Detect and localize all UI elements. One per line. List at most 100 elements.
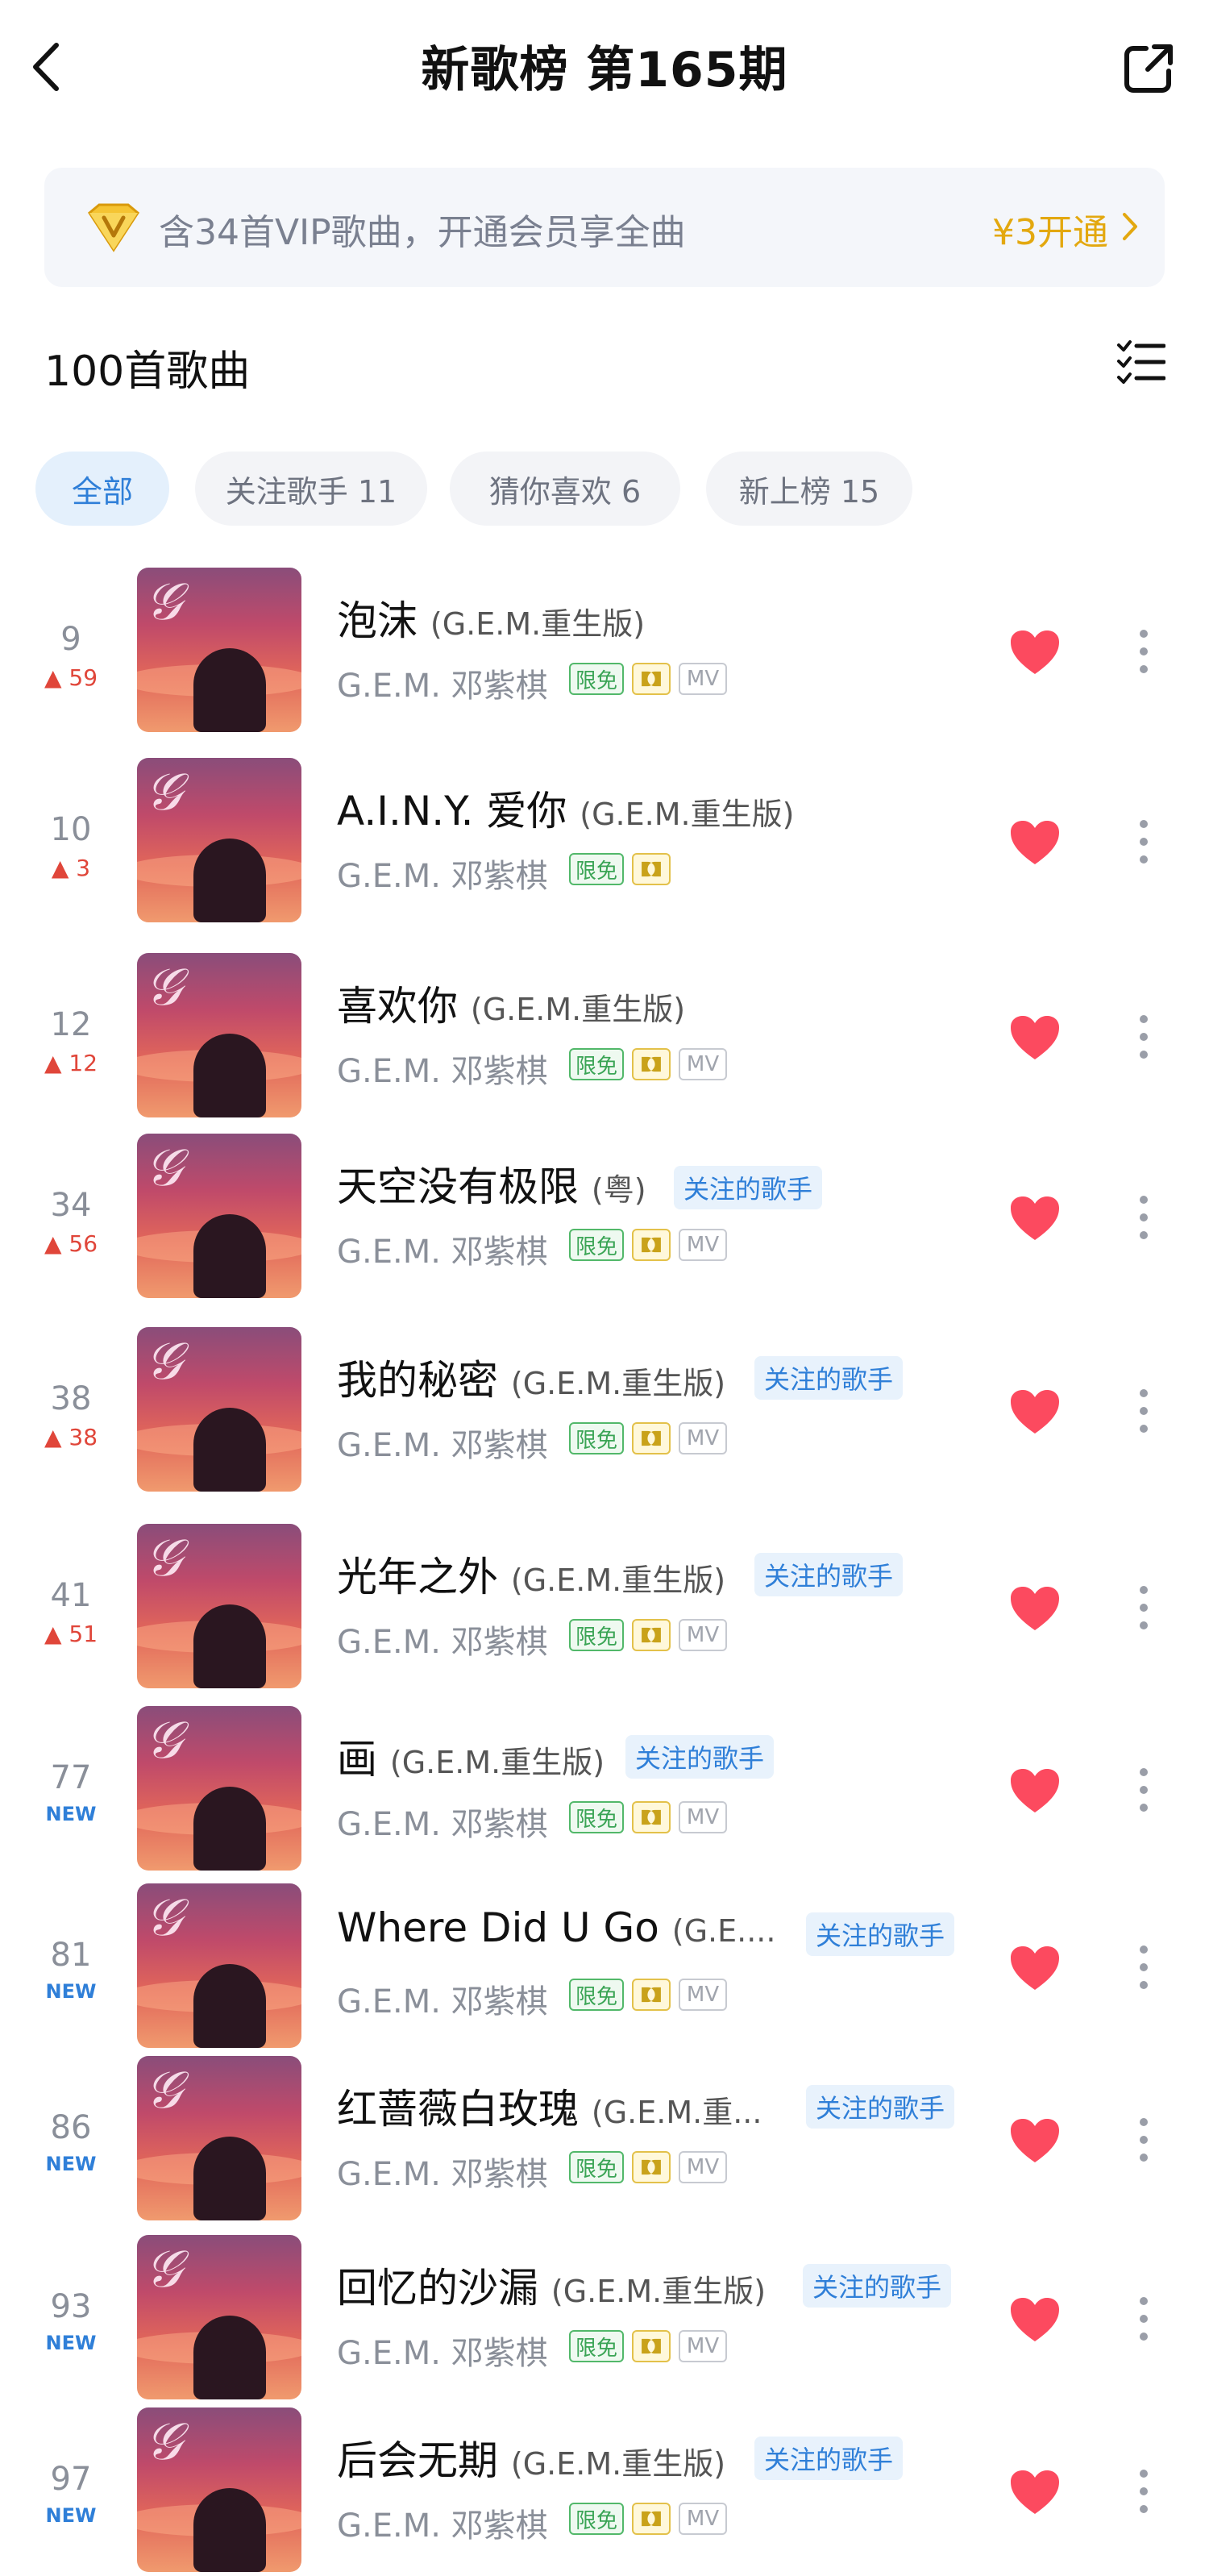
more-options-icon[interactable] [1132,1387,1156,1435]
filter-chip[interactable]: 猜你喜欢 6 [450,452,680,526]
song-row[interactable]: 81 NEW 𝒢 Where Did U Go (G.E.... 关注的歌手 G… [0,1880,1209,2053]
mv-badge[interactable]: MV [679,1979,728,2011]
song-name: 回忆的沙漏 [337,2265,538,2312]
cover-script-decoration: 𝒢 [145,1138,182,1198]
artist-name[interactable]: G.E.M. 邓紫棋 [337,850,548,897]
multi-select-list-icon[interactable] [1117,339,1165,384]
song-row[interactable]: 97 NEW 𝒢 后会无期 (G.E.M.重生版) 关注的歌手 G.E.M. 邓… [0,2404,1209,2576]
mv-badge[interactable]: MV [679,2330,728,2362]
filter-chip[interactable]: 新上榜 15 [706,452,912,526]
song-count: 100首歌曲 [44,347,251,396]
song-row[interactable]: 93 NEW 𝒢 回忆的沙漏 (G.E.M.重生版) 关注的歌手 G.E.M. … [0,2232,1209,2404]
more-options-icon[interactable] [1132,2467,1156,2516]
song-badges: 限免 MV [569,1048,728,1080]
rank-number: 10 [50,811,92,848]
liked-heart-icon[interactable] [1009,2296,1061,2343]
followed-artist-tag: 关注的歌手 [754,1553,904,1596]
followed-artist-tag: 关注的歌手 [803,2264,952,2308]
artist-name[interactable]: G.E.M. 邓紫棋 [337,1419,548,1466]
song-row[interactable]: 9 ▲ 59 𝒢 泡沫 (G.E.M.重生版) G.E.M. 邓紫棋 限免 MV [0,564,1209,737]
free-badge: 限免 [569,853,625,885]
song-row[interactable]: 34 ▲ 56 𝒢 天空没有极限 (粤) 关注的歌手 G.E.M. 邓紫棋 限免… [0,1130,1209,1303]
liked-heart-icon[interactable] [1009,1014,1061,1061]
vip-promo-banner[interactable]: 含34首VIP歌曲，开通会员享全曲 ¥3开通 [44,168,1165,287]
vip-open-price[interactable]: ¥3开通 [992,203,1108,255]
album-cover[interactable]: 𝒢 [137,1524,301,1688]
artist-name[interactable]: G.E.M. 邓紫棋 [337,2499,548,2546]
cover-figure [193,1787,266,1871]
more-options-icon[interactable] [1132,1583,1156,1632]
filter-chip[interactable]: 关注歌手 11 [195,452,427,526]
rank-up-icon: ▲ [44,1050,69,1076]
rank-number: 9 [60,621,81,658]
song-version: (粤) [591,1172,646,1208]
album-cover[interactable]: 𝒢 [137,1327,301,1492]
mv-badge[interactable]: MV [679,2503,728,2535]
artist-name[interactable]: G.E.M. 邓紫棋 [337,1798,548,1845]
liked-heart-icon[interactable] [1009,1945,1061,1991]
more-options-icon[interactable] [1132,1943,1156,1991]
song-row[interactable]: 38 ▲ 38 𝒢 我的秘密 (G.E.M.重生版) 关注的歌手 G.E.M. … [0,1324,1209,1496]
liked-heart-icon[interactable] [1009,1767,1061,1814]
mv-badge[interactable]: MV [679,1229,728,1261]
more-options-icon[interactable] [1132,1193,1156,1242]
artist-name[interactable]: G.E.M. 邓紫棋 [337,1045,548,1092]
liked-heart-icon[interactable] [1009,819,1061,866]
share-icon[interactable] [1122,42,1175,95]
more-options-icon[interactable] [1132,1013,1156,1061]
followed-artist-tag: 关注的歌手 [754,2437,904,2480]
album-cover[interactable]: 𝒢 [137,1883,301,2048]
mv-badge[interactable]: MV [679,1619,728,1651]
song-badges: 限免 MV [569,663,728,695]
album-cover[interactable]: 𝒢 [137,568,301,732]
liked-heart-icon[interactable] [1009,629,1061,676]
artist-name[interactable]: G.E.M. 邓紫棋 [337,1616,548,1663]
mv-badge[interactable]: MV [679,1422,728,1454]
followed-artist-tag: 关注的歌手 [674,1166,823,1209]
liked-heart-icon[interactable] [1009,2117,1061,2164]
mv-badge[interactable]: MV [679,2151,728,2183]
liked-heart-icon[interactable] [1009,1195,1061,1242]
artist-name[interactable]: G.E.M. 邓紫棋 [337,1975,548,2022]
album-cover[interactable]: 𝒢 [137,2056,301,2220]
followed-artist-tag: 关注的歌手 [806,2085,955,2129]
filter-chip[interactable]: 全部 [35,452,169,526]
liked-heart-icon[interactable] [1009,1585,1061,1632]
liked-heart-icon[interactable] [1009,1388,1061,1435]
album-cover[interactable]: 𝒢 [137,1134,301,1298]
mv-badge[interactable]: MV [679,663,728,695]
song-version: (G.E.M.重生版) [389,1745,605,1780]
rank-change-value: NEW [45,2332,97,2354]
mv-badge[interactable]: MV [679,1048,728,1080]
rank-number: 77 [50,1759,92,1796]
more-options-icon[interactable] [1132,1766,1156,1814]
song-row[interactable]: 10 ▲ 3 𝒢 A.I.N.Y. 爱你 (G.E.M.重生版) G.E.M. … [0,755,1209,927]
song-row[interactable]: 41 ▲ 51 𝒢 光年之外 (G.E.M.重生版) 关注的歌手 G.E.M. … [0,1521,1209,1693]
album-cover[interactable]: 𝒢 [137,1706,301,1871]
more-options-icon[interactable] [1132,2116,1156,2164]
album-cover[interactable]: 𝒢 [137,758,301,922]
mv-badge[interactable]: MV [679,1801,728,1833]
song-row[interactable]: 77 NEW 𝒢 画 (G.E.M.重生版) 关注的歌手 G.E.M. 邓紫棋 … [0,1703,1209,1875]
album-cover[interactable]: 𝒢 [137,2235,301,2399]
artist-name[interactable]: G.E.M. 邓紫棋 [337,2148,548,2195]
cover-script-decoration: 𝒢 [145,1529,182,1588]
dolby-audio-icon [632,1801,671,1833]
more-options-icon[interactable] [1132,627,1156,676]
song-title: 回忆的沙漏 (G.E.M.重生版) [337,2256,766,2314]
artist-name[interactable]: G.E.M. 邓紫棋 [337,660,548,706]
song-row[interactable]: 86 NEW 𝒢 红蔷薇白玫瑰 (G.E.M.重... 关注的歌手 G.E.M.… [0,2053,1209,2225]
more-options-icon[interactable] [1132,2295,1156,2343]
album-cover[interactable]: 𝒢 [137,2407,301,2572]
artist-name[interactable]: G.E.M. 邓紫棋 [337,2327,548,2374]
liked-heart-icon[interactable] [1009,2469,1061,2516]
song-badges: 限免 MV [569,1619,728,1651]
artist-name[interactable]: G.E.M. 邓紫棋 [337,1226,548,1272]
cover-script-decoration: 𝒢 [145,763,182,822]
song-row[interactable]: 12 ▲ 12 𝒢 喜欢你 (G.E.M.重生版) G.E.M. 邓紫棋 限免 … [0,950,1209,1122]
more-options-icon[interactable] [1132,818,1156,866]
cover-figure [193,839,266,922]
free-badge: 限免 [569,1048,625,1080]
rank-up-icon: ▲ [44,1621,69,1647]
album-cover[interactable]: 𝒢 [137,953,301,1117]
